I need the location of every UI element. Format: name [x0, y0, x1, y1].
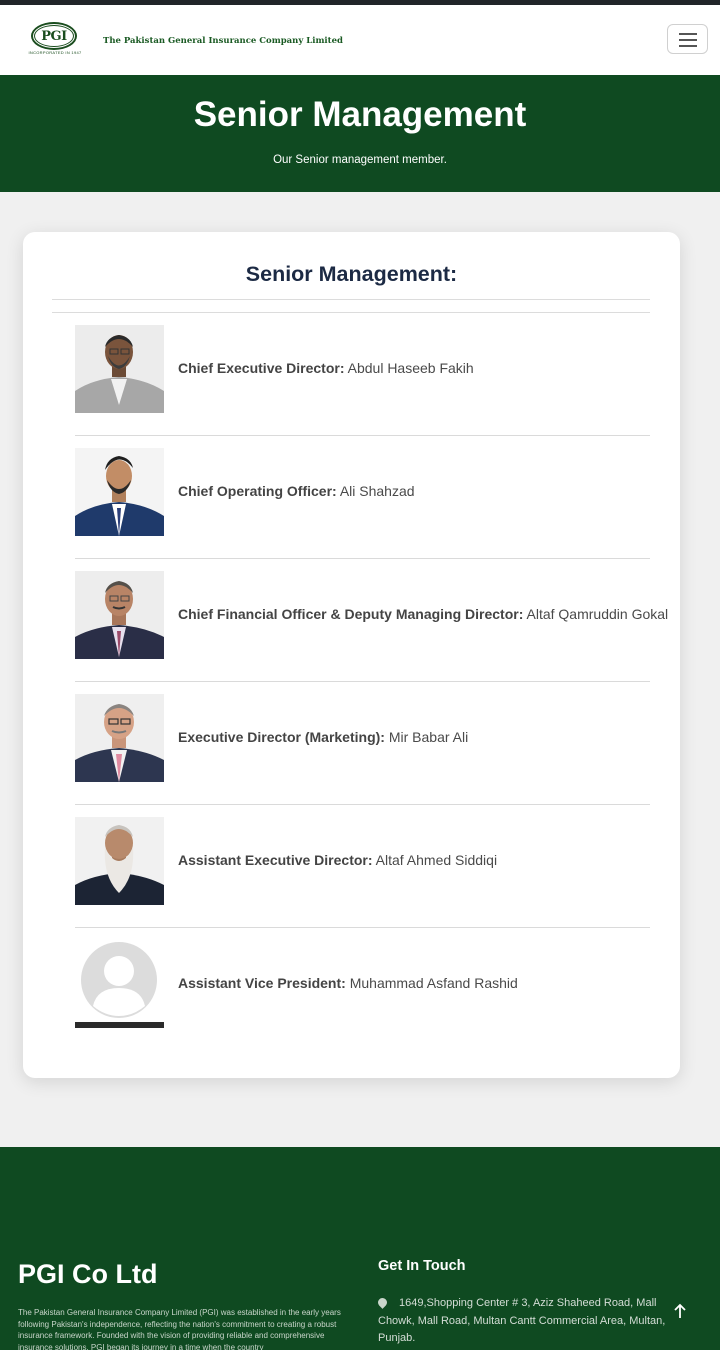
member-info: Chief Operating Officer: Ali Shahzad — [178, 483, 415, 499]
management-card: Senior Management: Chief Executive Direc… — [23, 232, 680, 1078]
member-name: Muhammad Asfand Rashid — [349, 975, 518, 991]
member-info: Executive Director (Marketing): Mir Baba… — [178, 729, 468, 745]
pgi-logo[interactable]: PGI INCORPORATED IN 1947 — [26, 22, 84, 58]
member-row: Chief Financial Officer & Deputy Managin… — [75, 559, 668, 682]
member-photo — [75, 571, 164, 659]
map-pin-icon — [376, 1296, 389, 1309]
footer-title: PGI Co Ltd — [18, 1259, 158, 1289]
member-name: Abdul Haseeb Fakih — [347, 360, 474, 376]
navbar: PGI INCORPORATED IN 1947 The Pakistan Ge… — [0, 5, 720, 75]
contact-address: 1649,Shopping Center # 3, Aziz Shaheed R… — [376, 1295, 666, 1348]
arrow-up-icon — [674, 1303, 686, 1318]
member-role: Chief Executive Director: — [178, 360, 345, 376]
section-heading: Senior Management: — [245, 262, 458, 286]
hamburger-icon — [679, 33, 697, 35]
member-role: Assistant Executive Director: — [178, 852, 373, 868]
member-row: Assistant Executive Director: Altaf Ahme… — [75, 805, 650, 928]
member-photo — [75, 817, 164, 905]
member-info: Assistant Vice President: Muhammad Asfan… — [178, 975, 518, 991]
member-info: Chief Financial Officer & Deputy Managin… — [178, 606, 668, 622]
logo-inner-ring: PGI — [34, 25, 74, 47]
member-role: Assistant Vice President: — [178, 975, 346, 991]
logo-letters: PGI — [41, 28, 67, 44]
member-photo — [75, 325, 164, 413]
hamburger-icon — [679, 39, 697, 41]
member-photo-placeholder — [75, 940, 164, 1028]
logo-tagline: INCORPORATED IN 1947 — [28, 50, 82, 55]
footer-about-text: The Pakistan General Insurance Company L… — [18, 1308, 341, 1350]
member-info: Chief Executive Director: Abdul Haseeb F… — [178, 360, 474, 376]
back-to-top-button[interactable] — [668, 1299, 692, 1323]
member-name: Mir Babar Ali — [388, 729, 469, 745]
member-name: Altaf Ahmed Siddiqi — [375, 852, 498, 868]
member-row: Chief Operating Officer: Ali Shahzad — [75, 436, 650, 559]
member-role: Chief Financial Officer & Deputy Managin… — [178, 606, 524, 622]
company-name-link[interactable]: The Pakistan General Insurance Company L… — [103, 36, 343, 46]
member-info: Assistant Executive Director: Altaf Ahme… — [178, 852, 497, 868]
hamburger-icon — [679, 45, 697, 47]
page-subtitle: Our Senior management member. — [273, 154, 447, 166]
menu-toggle-button[interactable] — [667, 24, 708, 54]
site-footer: PGI Co Ltd The Pakistan General Insuranc… — [0, 1147, 720, 1350]
member-name: Ali Shahzad — [339, 483, 415, 499]
heading-divider — [52, 299, 650, 300]
contact-heading: Get In Touch — [378, 1258, 466, 1274]
member-photo — [75, 694, 164, 782]
member-role: Executive Director (Marketing): — [178, 729, 385, 745]
page-title: Senior Management — [193, 95, 527, 134]
member-row: Chief Executive Director: Abdul Haseeb F… — [75, 313, 650, 436]
member-role: Chief Operating Officer: — [178, 483, 337, 499]
member-photo — [75, 448, 164, 536]
address-text: 1649,Shopping Center # 3, Aziz Shaheed R… — [378, 1297, 666, 1345]
member-row: Executive Director (Marketing): Mir Baba… — [75, 682, 650, 805]
member-name: Altaf Qamruddin Gokal — [526, 606, 669, 622]
page-hero: Senior Management Our Senior management … — [0, 75, 720, 192]
member-row: Assistant Vice President: Muhammad Asfan… — [75, 928, 650, 1051]
